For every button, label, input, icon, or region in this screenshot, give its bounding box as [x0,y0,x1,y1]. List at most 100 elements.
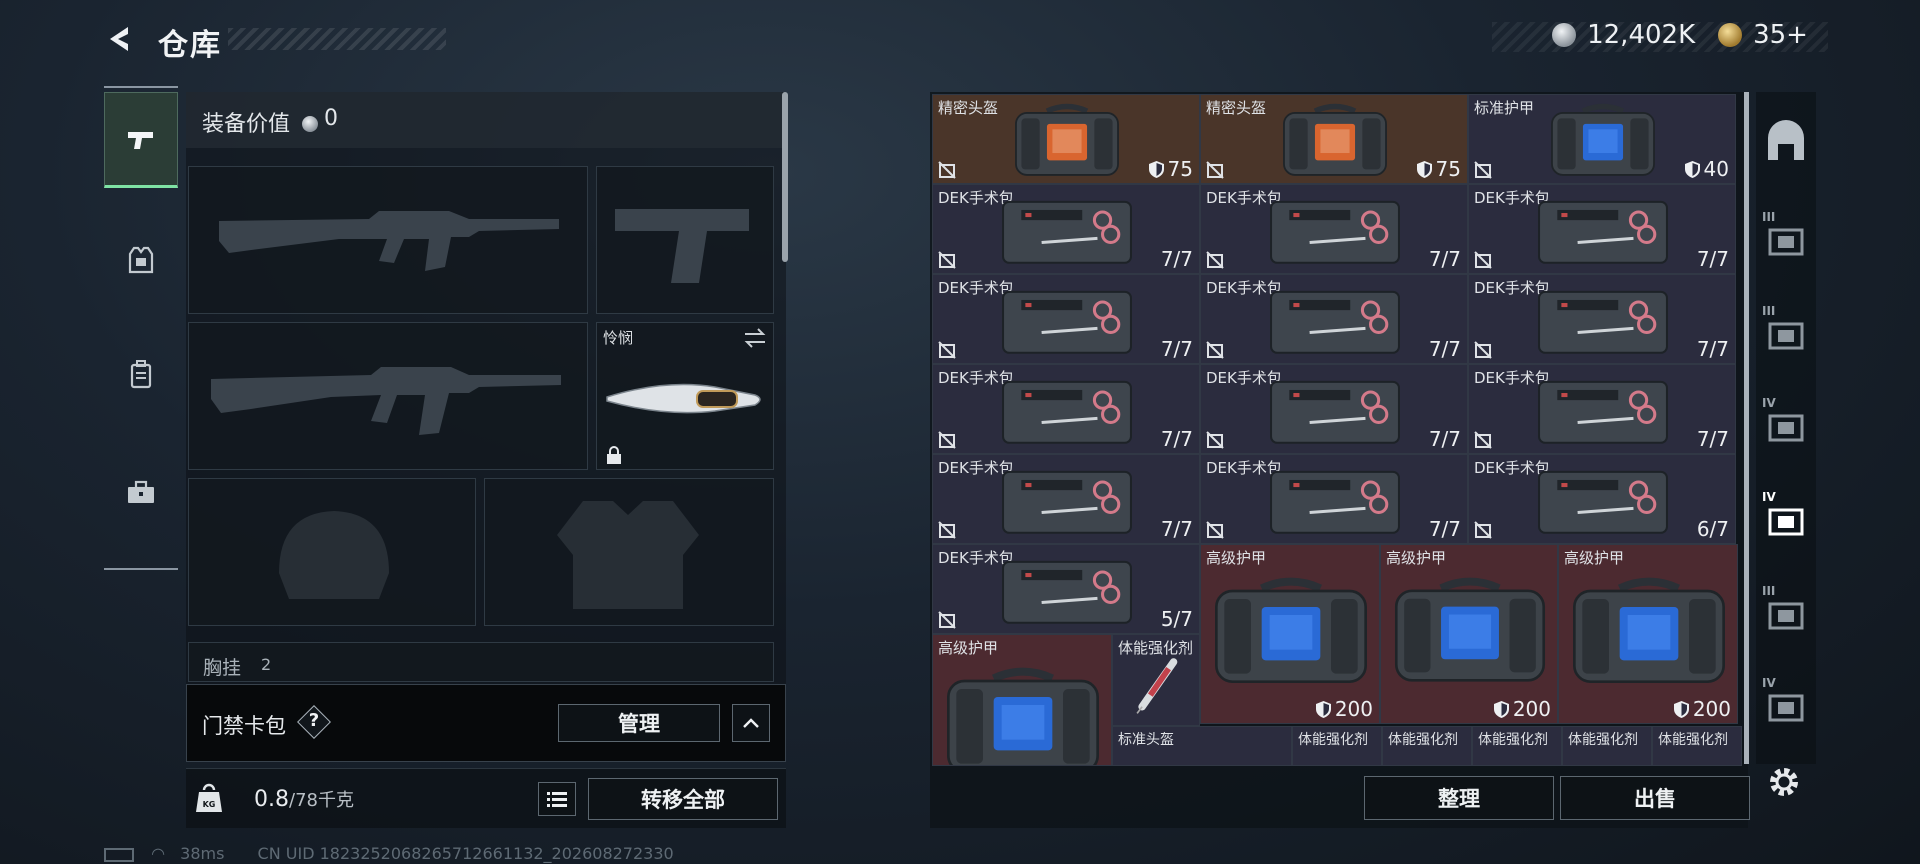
status-line: ◠ 38ms CN UID 1823252068265712661132_202… [104,844,674,863]
tab-backpack[interactable] [104,326,178,422]
stash-category-tab[interactable]: III [1760,210,1812,262]
page-title: 仓库 [158,28,222,63]
tab-weapon[interactable] [104,92,178,188]
stash-item[interactable]: DEK手术包 7/7 [1200,274,1468,364]
stash-item[interactable]: 体能强化剂 [1652,726,1742,766]
transfer-all-button[interactable]: 转移全部 [588,778,778,820]
secondary-weapon-slot[interactable] [188,322,588,470]
manage-button[interactable]: 管理 [558,704,720,742]
stash-item[interactable]: 精密头盔 75 [1200,94,1468,184]
stash-item[interactable]: 体能强化剂 [1472,726,1562,766]
no-sell-icon [1206,521,1224,539]
stash-item[interactable]: 标准护甲 40 [1468,94,1736,184]
stash-item[interactable]: 高级护甲 200 [1380,544,1558,724]
durability-value: 40 [1703,157,1729,181]
gold-amount: 35+ [1753,20,1808,50]
silver-currency[interactable]: 12,402K [1552,20,1695,50]
stash-item[interactable]: 精密头盔 75 [932,94,1200,184]
stash-category-tab[interactable]: IV [1760,676,1812,728]
stash-item[interactable]: 体能强化剂 [1112,634,1200,726]
pistol-slot[interactable] [596,166,774,314]
back-arrow-icon[interactable] [104,24,134,54]
stash-item[interactable]: DEK手术包 7/7 [1200,364,1468,454]
stash-item[interactable]: DEK手术包 7/7 [1200,454,1468,544]
pistol-silhouette-icon [615,209,749,283]
chest-rig-slot[interactable]: 胸挂 2 [188,642,774,682]
item-name: 体能强化剂 [1388,732,1458,748]
stash-item[interactable]: DEK手术包 6/7 [1468,454,1736,544]
stash-box-icon [1768,694,1804,722]
settings-gear-icon[interactable] [1766,764,1802,800]
item-durability: 75 [1416,157,1461,181]
swap-icon[interactable] [743,327,767,349]
stash-item[interactable]: 高级护甲 [932,634,1112,766]
stash-item[interactable]: 体能强化剂 [1292,726,1382,766]
shield-icon [1416,161,1432,178]
item-name: 体能强化剂 [1298,732,1368,748]
no-sell-icon [1474,521,1492,539]
surgical-kit-icon [1002,290,1132,354]
surgical-kit-icon [1538,470,1668,534]
item-quantity: 7/7 [1696,337,1729,361]
primary-weapon-slot[interactable] [188,166,588,314]
sell-button[interactable]: 出售 [1560,776,1750,820]
durability-value: 200 [1692,697,1731,721]
stash-item[interactable]: 体能强化剂 [1562,726,1652,766]
stash-box-icon [1768,602,1804,630]
stash-category-tab[interactable]: III [1760,304,1812,356]
stash-item[interactable]: DEK手术包 7/7 [1200,184,1468,274]
armor-case-icon [1394,577,1546,682]
lock-icon [607,446,621,464]
item-name: 高级护甲 [938,639,999,657]
surgical-kit-icon [1270,200,1400,264]
melee-slot[interactable]: 怜悯 [596,322,774,470]
weight-current: 0.8 [254,787,289,812]
surgical-kit-icon [1538,200,1668,264]
item-quantity: 5/7 [1160,607,1193,631]
card-pack-label: 门禁卡包 [202,714,286,738]
rifle-silhouette-icon [219,211,559,271]
equipment-scrollbar[interactable] [782,92,788,262]
tier-label: IV [1762,396,1776,410]
surgical-kit-icon [1002,200,1132,264]
syringe-icon [1136,658,1178,714]
stash-home-icon[interactable] [1762,118,1810,166]
tab-case[interactable] [104,444,178,540]
no-sell-icon [938,161,956,179]
stash-item[interactable]: 高级护甲 200 [1200,544,1380,724]
list-view-button[interactable] [538,782,576,816]
item-quantity: 7/7 [1160,517,1193,541]
stash-category-tab[interactable]: IV [1760,490,1812,542]
stash-item[interactable]: DEK手术包 5/7 [932,544,1200,634]
helmet-slot[interactable] [188,478,476,626]
expand-button[interactable] [732,704,770,742]
stash-item[interactable]: 标准头盔 [1112,726,1292,766]
armor-slot[interactable] [484,478,774,626]
stash-category-tab[interactable]: III [1760,584,1812,636]
tab-armor[interactable] [104,212,178,308]
stash-category-tab[interactable]: IV [1760,396,1812,448]
stash-item[interactable]: DEK手术包 7/7 [932,274,1200,364]
stash-item[interactable]: DEK手术包 7/7 [1468,184,1736,274]
shield-icon [1684,161,1700,178]
stash-item[interactable]: DEK手术包 7/7 [932,184,1200,274]
stash-item[interactable]: DEK手术包 7/7 [1468,364,1736,454]
sort-button[interactable]: 整理 [1364,776,1554,820]
list-icon [547,792,567,807]
stash-item[interactable]: DEK手术包 7/7 [932,364,1200,454]
no-sell-icon [938,431,956,449]
uid-text: CN UID 1823252068265712661132_2026082723… [257,844,674,863]
tier-label: III [1762,304,1776,318]
stash-item[interactable]: 高级护甲 200 [1558,544,1738,724]
item-durability: 200 [1673,697,1731,721]
stash-box-icon [1768,228,1804,256]
weight-capacity: /78千克 [289,790,354,811]
surgical-kit-icon [1270,290,1400,354]
gold-currency[interactable]: 35+ [1718,20,1808,50]
durability-value: 200 [1334,697,1373,721]
silver-amount: 12,402K [1587,20,1696,50]
stash-scrollbar[interactable] [1744,92,1749,764]
stash-item[interactable]: DEK手术包 7/7 [932,454,1200,544]
stash-item[interactable]: 体能强化剂 [1382,726,1472,766]
stash-item[interactable]: DEK手术包 7/7 [1468,274,1736,364]
